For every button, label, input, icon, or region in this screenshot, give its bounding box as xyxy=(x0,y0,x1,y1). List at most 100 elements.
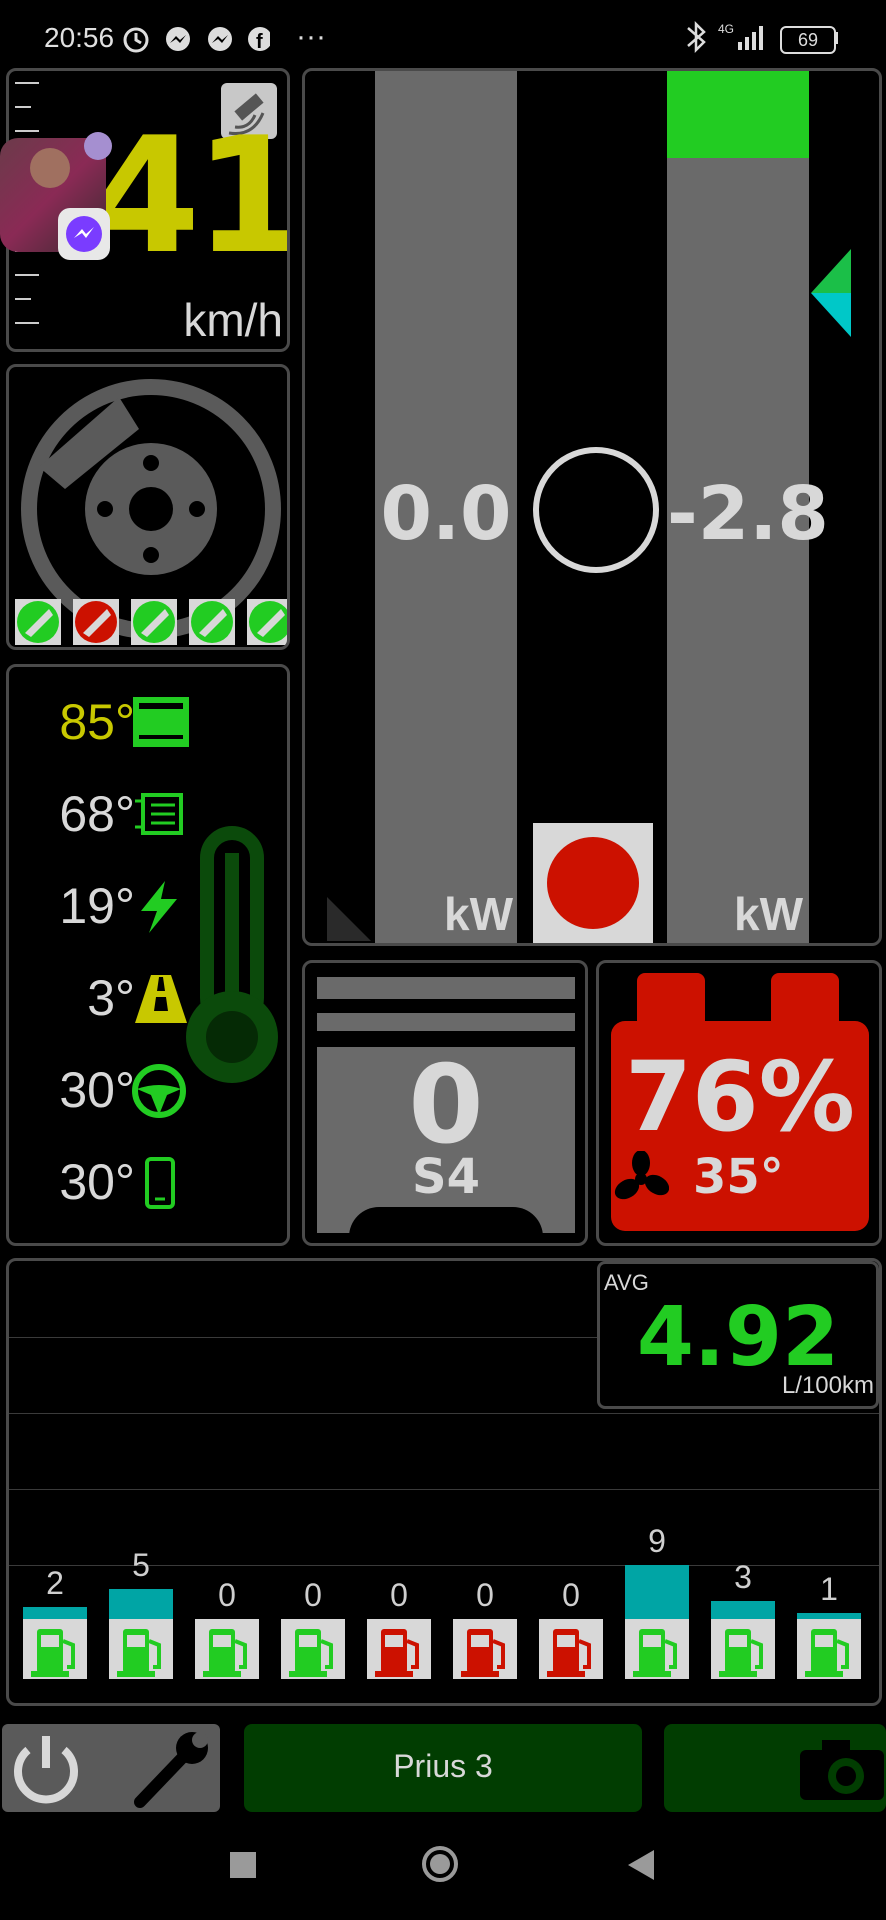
record-button[interactable] xyxy=(533,823,653,943)
fuel-pump-icon xyxy=(797,1619,861,1679)
battery-panel[interactable]: 76% 35° xyxy=(596,960,882,1246)
notification-icons: f xyxy=(123,27,270,53)
battery-indicator: 69 xyxy=(780,26,836,54)
fuel-pump-icon xyxy=(109,1619,173,1679)
brake-pad-2-bad xyxy=(73,599,119,645)
signal-icon xyxy=(738,26,763,50)
messenger-icon xyxy=(166,27,190,51)
brake-pad-1-ok xyxy=(15,599,61,645)
temperature-value: 30° xyxy=(59,1154,135,1210)
messenger-icon-2 xyxy=(208,27,232,51)
clock: 20:56 xyxy=(44,22,115,53)
gear-label: S4 xyxy=(412,1149,480,1205)
consumption-bar-value: 0 xyxy=(562,1577,580,1613)
fuel-pump-icon xyxy=(625,1619,689,1679)
fuel-pump-icon xyxy=(195,1619,259,1679)
fuel-pump-icon xyxy=(539,1619,603,1679)
brake-pad-3-ok xyxy=(131,599,177,645)
avatar-face xyxy=(30,148,70,188)
brake-pad-5-ok xyxy=(247,599,287,645)
camera-button[interactable] xyxy=(664,1724,886,1812)
consumption-bar: 0 xyxy=(281,1261,345,1701)
fuel-pump-icon xyxy=(23,1619,87,1679)
profile-button[interactable]: Prius 3 xyxy=(244,1724,642,1812)
temperature-value: 85° xyxy=(59,694,135,750)
consumption-bar-value: 1 xyxy=(820,1571,838,1607)
thermometer-icon xyxy=(186,826,278,1083)
temperature-value: 30° xyxy=(59,1062,135,1118)
consumption-bar-fill xyxy=(625,1565,689,1619)
svg-text:f: f xyxy=(256,31,263,53)
power-bar-right-fill xyxy=(667,71,809,158)
power-right-value: -2.8 xyxy=(667,471,829,557)
alarm-icon xyxy=(123,27,149,53)
consumption-bar-fill xyxy=(711,1601,775,1619)
direction-arrow-icon xyxy=(811,249,851,337)
consumption-bar: 3 xyxy=(711,1261,775,1701)
status-bar: 20:56 f ··· 4G 69 xyxy=(0,0,886,76)
road-icon xyxy=(131,971,191,1039)
gear-stripe-1 xyxy=(317,977,575,999)
consumption-bar-value: 0 xyxy=(304,1577,322,1613)
temperature-panel[interactable]: 85° 68° 19° 3° 30° 30° xyxy=(6,664,290,1246)
consumption-bar: 2 xyxy=(23,1261,87,1701)
consumption-bar: 5 xyxy=(109,1261,173,1701)
fuel-pump-icon xyxy=(281,1619,345,1679)
temperature-value: 19° xyxy=(59,878,135,934)
back-button[interactable] xyxy=(624,1848,658,1882)
consumption-bar-fill xyxy=(23,1607,87,1619)
brake-panel[interactable] xyxy=(6,364,290,650)
consumption-bar-value: 0 xyxy=(218,1577,236,1613)
battery-tip xyxy=(834,32,838,44)
battery-level: 69 xyxy=(797,30,819,50)
battery-fan-temp: 35° xyxy=(693,1149,784,1205)
battery-percent: 76% xyxy=(625,1041,855,1153)
consumption-bar-value: 3 xyxy=(734,1559,752,1595)
consumption-bar-value: 0 xyxy=(390,1577,408,1613)
consumption-panel[interactable]: AVG 4.92 L/100km 2500000931 xyxy=(6,1258,882,1706)
temperature-row: 19° xyxy=(49,877,177,937)
inverter-icon xyxy=(131,787,191,855)
power-center-ring xyxy=(533,447,659,573)
recent-apps-button[interactable] xyxy=(230,1852,256,1878)
temperature-value: 68° xyxy=(59,786,135,842)
corner-triangle-icon xyxy=(327,897,371,941)
network-type: 4G xyxy=(718,22,735,36)
record-dot-icon xyxy=(547,837,639,929)
power-panel[interactable]: 0.0 -2.8 kW kW xyxy=(302,68,882,946)
phone-icon xyxy=(131,1155,191,1223)
home-dot xyxy=(430,1854,450,1874)
temperature-row: 68° xyxy=(49,785,183,845)
gear-panel[interactable]: 0 S4 xyxy=(302,960,588,1246)
camera-icon xyxy=(800,1740,884,1800)
consumption-bar-fill xyxy=(109,1589,173,1619)
power-settings-button[interactable] xyxy=(2,1724,220,1812)
temperature-value: 3° xyxy=(87,970,135,1026)
power-left-unit: kW xyxy=(444,888,513,940)
home-button[interactable] xyxy=(422,1846,458,1882)
consumption-bar: 1 xyxy=(797,1261,861,1701)
brake-pad-indicators xyxy=(15,599,287,645)
consumption-bar: 0 xyxy=(195,1261,259,1701)
gear-arch xyxy=(349,1207,543,1243)
power-left-value: 0.0 xyxy=(380,471,512,557)
fuel-pump-icon xyxy=(711,1619,775,1679)
consumption-bar-value: 5 xyxy=(132,1547,150,1583)
facebook-icon: f xyxy=(248,27,270,53)
messenger-badge-icon xyxy=(58,208,110,260)
consumption-bar-value: 0 xyxy=(476,1577,494,1613)
bluetooth-icon xyxy=(687,20,706,54)
wrench-icon xyxy=(134,1732,208,1808)
battery-terminal-right xyxy=(771,973,839,1021)
temperature-row: 85° xyxy=(49,693,189,753)
battery-lightning-icon xyxy=(131,879,191,947)
steering-wheel-icon xyxy=(131,1063,191,1131)
fan-icon xyxy=(614,1151,669,1200)
brake-pad-4-ok xyxy=(189,599,235,645)
speed-unit: km/h xyxy=(183,294,283,346)
fuel-pump-icon xyxy=(453,1619,517,1679)
engine-coolant-icon xyxy=(131,695,191,763)
profile-label: Prius 3 xyxy=(393,1748,493,1784)
battery-terminal-left xyxy=(637,973,705,1021)
power-right-unit: kW xyxy=(734,888,803,940)
